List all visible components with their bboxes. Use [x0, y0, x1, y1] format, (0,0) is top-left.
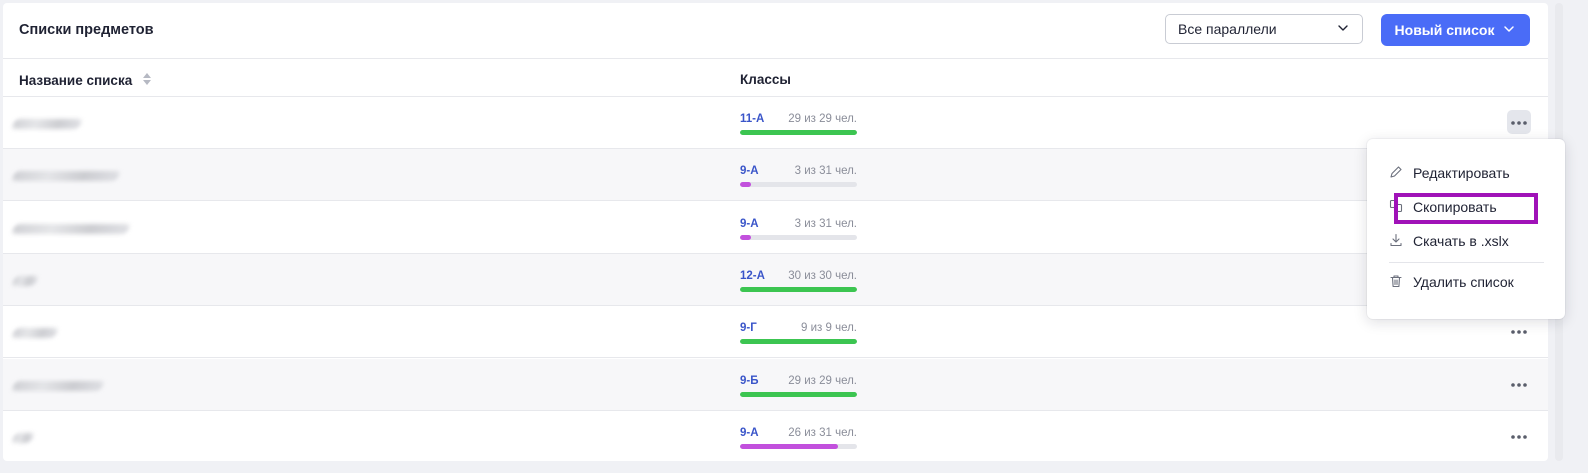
progress-bar [740, 182, 857, 188]
row-more-button[interactable] [1507, 110, 1531, 134]
table-row[interactable]: 12-А 30 из 30 чел. [3, 253, 1548, 306]
progress-bar-fill [740, 286, 857, 292]
menu-item-copy[interactable]: Скопировать [1389, 195, 1497, 219]
list-name-redacted [11, 119, 83, 129]
table-row[interactable]: 9-Г 9 из 9 чел. [3, 306, 1548, 359]
class-student-count: 3 из 31 чел. [794, 165, 857, 178]
chevron-down-icon [1502, 22, 1516, 39]
class-student-count: 30 из 30 чел. [788, 269, 857, 282]
table-row[interactable]: 9-Б 29 из 29 чел. [3, 358, 1548, 411]
progress-bar [740, 286, 857, 292]
table-row[interactable]: 11-А 29 из 29 чел. [3, 97, 1548, 149]
menu-item-delete-label: Удалить список [1413, 274, 1514, 290]
progress-bar-fill [740, 339, 857, 345]
progress-bar-fill [740, 443, 839, 449]
row-more-button[interactable] [1507, 424, 1531, 448]
new-list-button-label: Новый список [1394, 22, 1495, 38]
progress-bar-fill [740, 182, 752, 188]
class-student-count: 9 из 9 чел. [801, 322, 857, 335]
progress-bar-fill [740, 391, 857, 397]
progress-bar [740, 130, 857, 135]
class-student-count: 29 из 29 чел. [788, 113, 857, 125]
column-header-name-label: Название списка [19, 73, 133, 88]
progress-bar [740, 443, 857, 449]
more-dots-icon [1510, 113, 1528, 131]
list-name-redacted [11, 432, 35, 443]
menu-item-copy-label: Скопировать [1413, 199, 1497, 215]
column-header-classes: Классы [740, 72, 791, 87]
list-name-redacted [11, 328, 59, 339]
row-more-button[interactable] [1507, 319, 1531, 343]
progress-bar-fill [740, 130, 857, 135]
table-row[interactable]: 9-А 3 из 31 чел. [3, 202, 1548, 254]
chevron-down-icon [1336, 21, 1350, 38]
progress-bar [740, 234, 857, 240]
page-title: Списки предметов [19, 22, 154, 38]
parallel-select-value: Все параллели [1178, 21, 1277, 37]
progress-bar-fill [740, 234, 752, 240]
list-name-redacted [11, 275, 39, 286]
list-name-redacted [11, 171, 121, 182]
list-name-redacted [11, 223, 131, 234]
new-list-button[interactable]: Новый список [1381, 14, 1530, 46]
table-header: Название списка Классы [3, 59, 1548, 97]
more-dots-icon [1510, 427, 1528, 445]
class-student-count: 29 из 29 чел. [788, 374, 857, 387]
sort-icon[interactable] [142, 72, 152, 89]
column-header-name[interactable]: Название списка [19, 72, 152, 89]
menu-item-edit-label: Редактировать [1413, 165, 1510, 181]
table-row[interactable]: 9-А 26 из 31 чел. [3, 411, 1548, 461]
row-more-button[interactable] [1507, 372, 1531, 396]
download-icon [1389, 233, 1403, 250]
progress-bar [740, 391, 857, 397]
more-dots-icon [1510, 375, 1528, 393]
progress-bar [740, 339, 857, 345]
parallel-select[interactable]: Все параллели [1165, 14, 1363, 44]
trash-icon [1389, 274, 1403, 291]
menu-item-edit[interactable]: Редактировать [1389, 161, 1510, 185]
menu-item-delete[interactable]: Удалить список [1389, 270, 1514, 294]
menu-item-download[interactable]: Скачать в .xslx [1389, 229, 1509, 253]
menu-divider [1389, 262, 1544, 263]
class-student-count: 3 из 31 чел. [794, 217, 857, 230]
row-context-menu: Редактировать Скопировать Скачать в .xsl… [1367, 139, 1565, 319]
class-student-count: 26 из 31 чел. [788, 426, 857, 439]
copy-icon [1389, 199, 1403, 216]
subject-lists-card: Списки предметов Все параллели Новый спи… [3, 3, 1548, 461]
card-header: Списки предметов Все параллели Новый спи… [3, 3, 1548, 59]
more-dots-icon [1510, 322, 1528, 340]
table-row[interactable]: 9-А 3 из 31 чел. [3, 149, 1548, 202]
list-name-redacted [11, 380, 105, 391]
pencil-icon [1389, 165, 1403, 182]
menu-item-download-label: Скачать в .xslx [1413, 233, 1509, 249]
